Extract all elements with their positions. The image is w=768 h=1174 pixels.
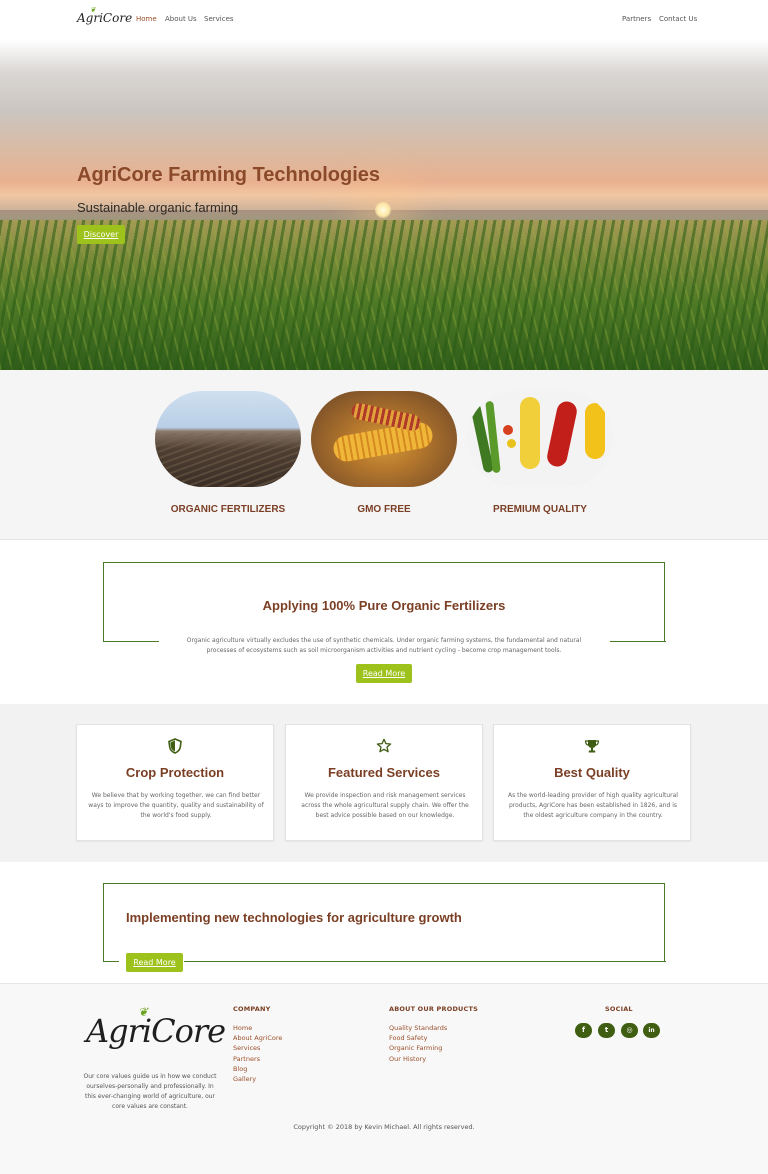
footer-products-heading: ABOUT OUR PRODUCTS (389, 1005, 479, 1013)
footer-products-links: Quality Standards Food Safety Organic Fa… (389, 1023, 447, 1064)
footer-social-heading: SOCIAL (605, 1005, 633, 1013)
footer-logo[interactable]: ❦ AgriCore (86, 1005, 226, 1050)
frame-bottom-left (102, 961, 119, 962)
nav-link-home[interactable]: Home (136, 15, 157, 23)
tech-title: Implementing new technologies for agricu… (126, 910, 462, 925)
shield-icon (77, 738, 273, 754)
feature-organic-fertilizers: ORGANIC FERTILIZERS (155, 391, 301, 515)
vegetables-image (467, 391, 613, 487)
nav-link-about[interactable]: About Us (165, 15, 197, 23)
feature-gmo-free: GMO FREE (311, 391, 457, 515)
organic-title: Applying 100% Pure Organic Fertilizers (262, 598, 506, 613)
footer-link-quality-standards[interactable]: Quality Standards (389, 1023, 447, 1033)
service-text: We provide inspection and risk managemen… (301, 792, 469, 819)
footer-link-food-safety[interactable]: Food Safety (389, 1033, 447, 1043)
facebook-icon[interactable]: f (575, 1023, 592, 1038)
hero-banner: AgriCore Farming Technologies Sustainabl… (0, 40, 768, 370)
organic-text: Organic agriculture virtually excludes t… (186, 637, 582, 654)
frame-bottom-right (184, 961, 666, 962)
nav-link-services[interactable]: Services (204, 15, 234, 23)
hero-title: AgriCore Farming Technologies (77, 164, 380, 186)
features-section: ORGANIC FERTILIZERS GMO FREE PREMIUM QUA… (0, 370, 768, 540)
footer-company-heading: COMPANY (233, 1005, 271, 1013)
service-card-featured: Featured Services We provide inspection … (285, 724, 483, 841)
footer-link-gallery[interactable]: Gallery (233, 1074, 282, 1084)
feature-premium-quality: PREMIUM QUALITY (467, 391, 613, 515)
frame-bottom-right (609, 641, 666, 642)
footer-company-links: Home About AgriCore Services Partners Bl… (233, 1023, 282, 1084)
service-title: Best Quality (554, 765, 630, 780)
leaf-icon: ❦ (90, 6, 96, 14)
soil-field-image (155, 391, 301, 487)
hero-sun (375, 202, 391, 218)
service-card-best-quality: Best Quality As the world-leading provid… (493, 724, 691, 841)
twitter-icon[interactable]: t (598, 1023, 615, 1038)
hero-subtitle: Sustainable organic farming (77, 200, 239, 215)
service-title: Featured Services (327, 765, 440, 780)
leaf-icon: ❦ (138, 1005, 148, 1019)
corn-cobs-image (311, 391, 457, 487)
feature-label: GMO FREE (357, 504, 411, 515)
footer-link-partners[interactable]: Partners (233, 1054, 282, 1064)
footer-about-text: Our core values guide us in how we condu… (83, 1073, 217, 1110)
nav-link-partners[interactable]: Partners (622, 15, 651, 23)
service-text: As the world-leading provider of high qu… (508, 792, 678, 819)
footer-link-services[interactable]: Services (233, 1043, 282, 1053)
service-card-crop-protection: Crop Protection We believe that by worki… (76, 724, 274, 841)
footer-link-home[interactable]: Home (233, 1023, 282, 1033)
organic-read-more-button[interactable]: Read More (356, 664, 412, 683)
footer-link-blog[interactable]: Blog (233, 1064, 282, 1074)
service-title: Crop Protection (125, 765, 225, 780)
linkedin-icon[interactable]: in (643, 1023, 660, 1038)
footer-link-our-history[interactable]: Our History (389, 1054, 447, 1064)
feature-label: PREMIUM QUALITY (493, 504, 587, 515)
service-text: We believe that by working together, we … (88, 792, 264, 819)
frame-bottom-left (102, 641, 159, 642)
copyright: Copyright © 2018 by Kevin Michael. All r… (293, 1123, 475, 1131)
footer-link-organic-farming[interactable]: Organic Farming (389, 1043, 447, 1053)
discover-button[interactable]: Discover (77, 225, 125, 244)
footer: ❦ AgriCore Our core values guide us in ho… (0, 983, 768, 1174)
services-section: Crop Protection We believe that by worki… (0, 704, 768, 862)
trophy-icon (494, 738, 690, 754)
tech-read-more-button[interactable]: Read More (126, 953, 183, 972)
footer-link-about[interactable]: About AgriCore (233, 1033, 282, 1043)
star-icon (286, 738, 482, 754)
instagram-icon[interactable]: ◎ (621, 1023, 638, 1038)
nav-link-contact[interactable]: Contact Us (659, 15, 697, 23)
nav-logo[interactable]: ❦ AgriCore (77, 6, 132, 25)
top-nav: ❦ AgriCore Home About Us Services Partner… (0, 0, 768, 40)
feature-label: ORGANIC FERTILIZERS (170, 504, 286, 515)
